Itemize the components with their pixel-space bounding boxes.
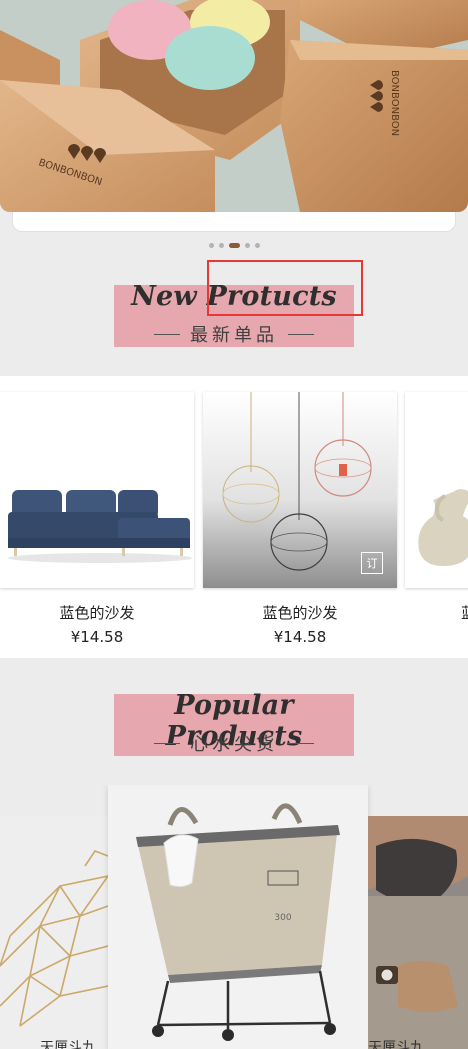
product-name[interactable]: 蓝色的沙发 xyxy=(0,602,194,623)
popular-product-name-right[interactable]: 天厘斗九 xyxy=(368,1037,424,1049)
popular-product-name-left[interactable]: 天厘斗九 xyxy=(40,1037,96,1049)
subscribe-badge[interactable]: 订 xyxy=(361,552,383,574)
pagination-dot[interactable] xyxy=(254,242,260,248)
product-name[interactable]: 蓝色的沙发 xyxy=(203,602,397,623)
divider-line xyxy=(288,333,314,335)
product-image[interactable]: 订 xyxy=(203,392,397,588)
man-with-watch-image xyxy=(368,816,468,1049)
divider-line xyxy=(154,742,180,744)
hero-card-shadow xyxy=(12,212,456,232)
popular-card-center[interactable]: 300 xyxy=(108,785,368,1049)
ceramic-pitcher-image xyxy=(405,392,468,588)
sofa-image xyxy=(0,392,194,588)
product-image[interactable] xyxy=(405,392,468,588)
pagination-dot[interactable] xyxy=(218,242,224,248)
section-subtitle: 心水尖货 xyxy=(190,734,278,755)
hero-slide-image[interactable]: BONBONBON BONBONBON xyxy=(0,0,468,212)
wire-basket-image xyxy=(0,816,108,1049)
brand-logo-right: BONBONBON xyxy=(389,70,400,136)
divider-line xyxy=(288,742,314,744)
section-title-zh: 最新单品 xyxy=(114,321,354,347)
annotation-highlight-box xyxy=(207,260,363,316)
section-title-zh: 心水尖货 xyxy=(114,730,354,756)
popular-card-left[interactable] xyxy=(0,816,108,1049)
product-name[interactable]: 蓝 xyxy=(405,602,468,623)
cart-tag-number: 300 xyxy=(274,913,291,923)
popular-products-heading: Popular Products 心水尖货 xyxy=(114,690,354,756)
product-price: ¥14.58 xyxy=(273,628,327,646)
carousel-pagination[interactable] xyxy=(0,241,468,249)
product-card[interactable]: 蓝色的沙发 ¥14.58 xyxy=(0,392,194,658)
pagination-dot-active[interactable] xyxy=(228,242,240,248)
pagination-dot[interactable] xyxy=(208,242,214,248)
wooden-boxes-illustration: BONBONBON BONBONBON xyxy=(0,0,468,212)
divider-line xyxy=(154,333,180,335)
pagination-dot[interactable] xyxy=(244,242,250,248)
product-card[interactable]: 订 蓝色的沙发 ¥14.58 xyxy=(203,392,397,658)
product-image[interactable] xyxy=(0,392,194,588)
product-card[interactable]: 蓝 xyxy=(405,392,468,658)
popular-products-carousel[interactable]: 300 xyxy=(0,785,468,1049)
product-price: ¥14.58 xyxy=(70,628,124,646)
hero-banner[interactable]: BONBONBON BONBONBON xyxy=(0,0,468,232)
canvas-laundry-cart-image: 300 xyxy=(108,785,368,1049)
popular-card-right[interactable] xyxy=(368,816,468,1049)
section-subtitle: 最新单品 xyxy=(190,325,278,346)
new-products-carousel[interactable]: 蓝色的沙发 ¥14.58 订 蓝色的沙发 ¥14.58 xyxy=(0,376,468,658)
